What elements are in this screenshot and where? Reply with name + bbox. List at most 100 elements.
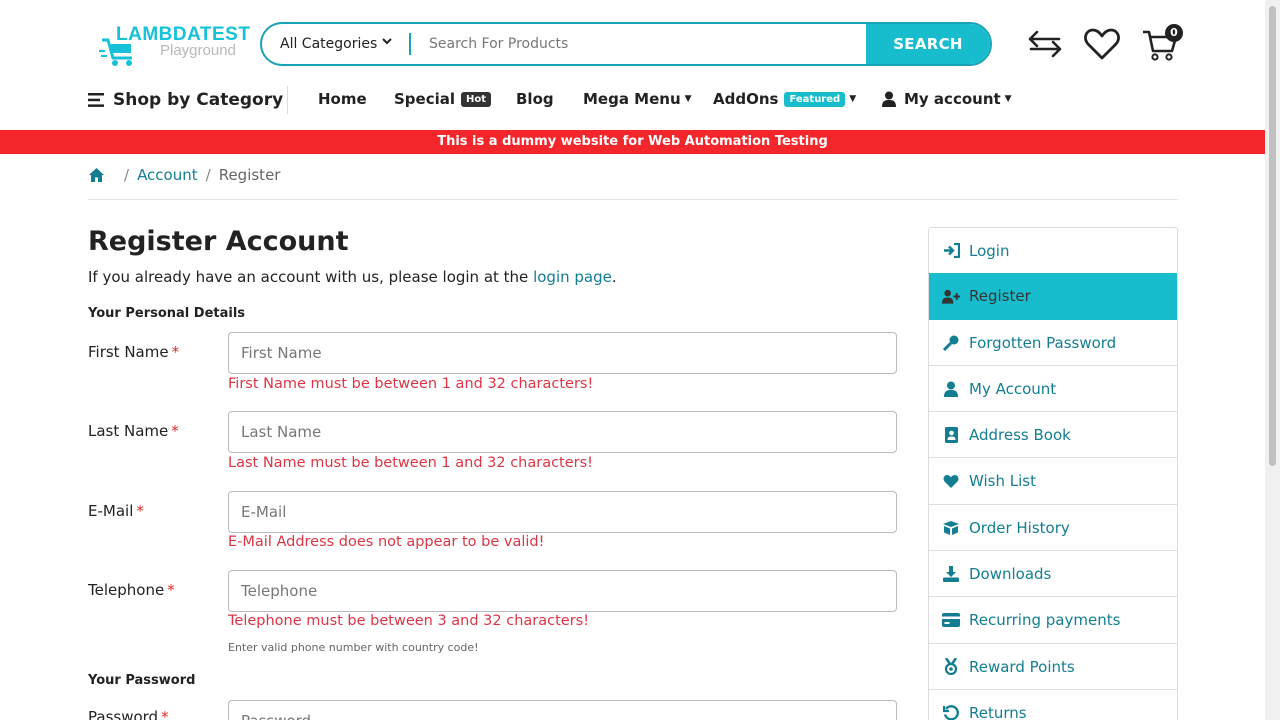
sidebar-item-reward-points[interactable]: Reward Points [929,644,1177,690]
nav-my-account[interactable]: My account ▼ [882,90,1012,108]
search-button[interactable]: SEARCH [866,24,990,64]
email-label-text: E-Mail [88,502,134,520]
user-plus-icon [942,288,960,304]
telephone-help-text: Enter valid phone number with country co… [228,641,479,654]
nav-home-label: Home [318,90,367,108]
sidebar-item-address-book[interactable]: Address Book [929,412,1177,458]
box-open-icon [942,520,960,536]
hot-badge: Hot [461,91,492,107]
logo[interactable]: LAMBDATEST Playground [98,22,250,70]
nav-addons[interactable]: AddOns Featured ▼ [713,90,856,108]
breadcrumb-account-link[interactable]: Account [137,166,198,184]
search-divider [409,33,411,55]
sidebar-item-label: Register [969,287,1031,305]
nav-separator [287,86,288,114]
caret-down-icon: ▼ [684,94,692,104]
sidebar-item-register[interactable]: Register [929,273,1177,320]
menu-bars-icon [88,93,104,107]
sidebar-item-returns[interactable]: Returns [929,690,1177,720]
address-book-icon [942,426,960,443]
announcement-banner: This is a dummy website for Web Automati… [0,130,1265,154]
email-field[interactable] [228,491,897,533]
required-mark: * [171,422,179,440]
nav-addons-label: AddOns [713,90,779,108]
sidebar-item-wish-list[interactable]: Wish List [929,458,1177,505]
medal-icon [942,658,960,675]
sidebar-item-forgotten-password[interactable]: Forgotten Password [929,320,1177,366]
first-name-field[interactable] [228,332,897,374]
nav-special-label: Special [394,90,456,108]
email-label: E-Mail * [88,502,144,520]
last-name-field[interactable] [228,411,897,453]
scrollbar-thumb[interactable] [1269,6,1276,466]
sidebar-item-label: Returns [969,703,1027,720]
required-mark: * [171,343,180,361]
sidebar-item-login[interactable]: Login [929,228,1177,274]
shop-by-category-button[interactable]: Shop by Category [88,90,283,110]
breadcrumb: / Account / Register [88,166,280,184]
required-mark: * [136,502,144,520]
sidebar-item-downloads[interactable]: Downloads [929,551,1177,597]
credit-card-icon [942,612,960,628]
telephone-label: Telephone * [88,581,175,599]
search-bar: All Categories SEARCH [260,22,992,66]
breadcrumb-current: Register [218,166,281,184]
category-dropdown-label: All Categories [280,36,378,52]
nav-blog[interactable]: Blog [516,90,554,108]
required-mark: * [161,708,169,720]
password-label: Password * [88,708,169,720]
nav-mega-menu[interactable]: Mega Menu ▼ [583,90,692,108]
sidebar-item-label: Address Book [969,425,1071,444]
sidebar-item-order-history[interactable]: Order History [929,505,1177,551]
password-label-text: Password [88,708,159,720]
sidebar-item-my-account[interactable]: My Account [929,366,1177,412]
category-dropdown[interactable]: All Categories [262,24,410,64]
telephone-field[interactable] [228,570,897,612]
nav-mega-menu-label: Mega Menu [583,90,681,108]
sidebar-item-label: Login [969,241,1010,260]
home-icon[interactable] [88,167,105,183]
key-icon [942,335,960,351]
nav-special[interactable]: Special Hot [394,90,492,108]
nav-my-account-label: My account [904,90,1001,108]
main-nav: Shop by Category Home Special Hot Blog M… [0,80,1265,120]
nav-home[interactable]: Home [318,90,367,108]
sidebar-item-label: Recurring payments [969,611,1121,629]
last-name-label-text: Last Name [88,422,169,440]
sidebar-item-label: Forgotten Password [969,333,1117,352]
sidebar-item-recurring-payments[interactable]: Recurring payments [929,597,1177,644]
personal-details-heading: Your Personal Details [88,306,246,321]
sidebar-item-label: My Account [969,379,1057,398]
breadcrumb-separator: / [205,166,211,184]
search-input[interactable] [412,24,866,64]
undo-icon [942,704,960,720]
required-mark: * [167,581,175,599]
caret-down-icon: ▼ [849,94,857,104]
sidebar-item-label: Reward Points [969,657,1075,676]
heart-icon[interactable] [1083,26,1121,62]
intro-text-end: . [611,268,617,286]
chevron-down-icon [382,35,392,49]
first-name-error: First Name must be between 1 and 32 char… [228,376,594,392]
scrollbar[interactable] [1265,0,1280,720]
last-name-label: Last Name * [88,422,179,440]
login-page-link[interactable]: login page [533,268,612,286]
sidebar-item-label: Wish List [969,472,1036,490]
email-error: E-Mail Address does not appear to be val… [228,534,545,550]
nav-blog-label: Blog [516,90,554,108]
user-icon [882,91,896,107]
intro-text-body: If you already have an account with us, … [88,268,529,286]
last-name-error: Last Name must be between 1 and 32 chara… [228,455,593,471]
compare-icon[interactable] [1026,26,1064,62]
sidebar-item-label: Order History [969,518,1070,537]
account-sidebar: Login Register Forgotten Password My Acc… [928,227,1178,720]
first-name-label: First Name * [88,343,179,361]
heart-icon [942,473,960,489]
telephone-label-text: Telephone [88,581,165,599]
breadcrumb-separator: / [124,166,130,184]
password-field[interactable] [228,700,897,720]
sign-in-icon [942,243,960,259]
sidebar-item-label: Downloads [969,564,1052,583]
intro-text: If you already have an account with us, … [88,268,617,286]
first-name-label-text: First Name [88,343,169,361]
